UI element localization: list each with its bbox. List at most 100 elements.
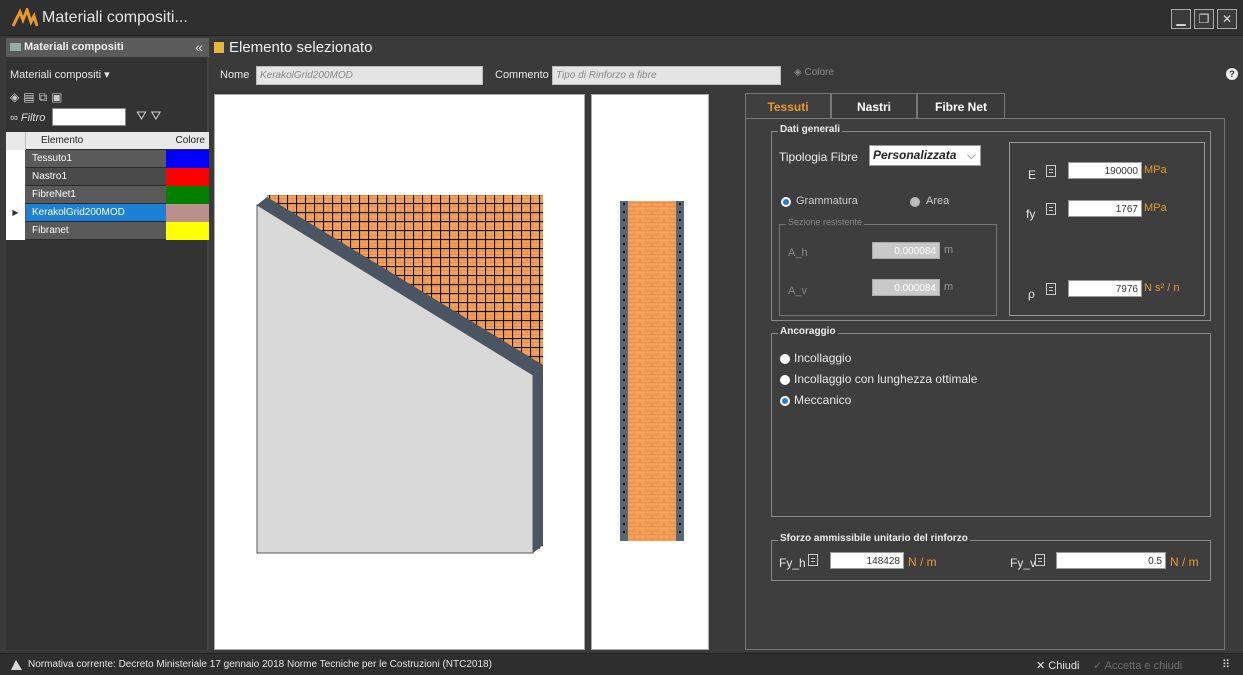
grammatura-radio[interactable] — [781, 197, 791, 207]
ancoraggio-title: Ancoraggio — [778, 326, 838, 337]
close-icon: ✕ — [1036, 660, 1046, 672]
area-radio[interactable] — [910, 197, 920, 207]
row-selector[interactable] — [6, 222, 26, 240]
rho-label: ρ — [1028, 287, 1035, 301]
paste-icon[interactable]: ▣ — [51, 90, 66, 104]
row-selector[interactable] — [6, 168, 26, 186]
tipologia-value: Personalizzata — [873, 148, 957, 162]
row-color-swatch[interactable] — [166, 150, 209, 168]
panel-header: Materiali compositi « — [6, 38, 209, 57]
column-header-elemento[interactable]: Elemento — [27, 132, 165, 150]
dati-generali-title: Dati generali — [778, 124, 843, 135]
close-button[interactable]: ✕ Chiudi — [1036, 659, 1079, 672]
restore-button[interactable]: ❐ — [1194, 9, 1214, 29]
help-icon[interactable]: ? — [1226, 68, 1238, 80]
filter-buttons: ⛛ ⛛ — [136, 108, 161, 124]
fy-h-label: Fy_h — [779, 556, 806, 570]
row-selector-icon[interactable]: ▶ — [6, 204, 26, 222]
meccanico-label: Meccanico — [794, 393, 852, 407]
materials-table: Elemento Colore Tessuto1 Nastro1 FibreNet1… — [6, 132, 209, 240]
section-drawing — [620, 201, 684, 541]
a-h-value[interactable]: 0.000084 — [872, 242, 940, 259]
ancoraggio-group: Ancoraggio Incollaggio Incollaggio con l… — [771, 326, 1211, 517]
calculator-icon[interactable] — [1046, 165, 1056, 177]
filter-input[interactable] — [52, 108, 126, 126]
tipologia-label: Tipologia Fibre — [779, 150, 858, 164]
table-row[interactable]: Nastro1 — [6, 168, 209, 186]
chevron-down-icon: ▾ — [104, 69, 110, 81]
fy-v-unit: N / m — [1170, 555, 1199, 569]
section-view — [591, 94, 709, 650]
fy-unit: MPa — [1144, 202, 1167, 214]
status-bar: Normativa corrente: Decreto Ministeriale… — [0, 653, 1243, 675]
window-title: Materiali compositi... — [42, 9, 188, 26]
row-color-swatch[interactable] — [166, 186, 209, 204]
row-name: Nastro1 — [32, 171, 68, 182]
table-row[interactable]: Tessuto1 — [6, 150, 209, 168]
calculator-icon[interactable] — [1046, 203, 1056, 215]
table-row[interactable]: Fibranet — [6, 222, 209, 240]
dati-generali-group: Dati generali Tipologia Fibre Personaliz… — [771, 124, 1211, 321]
wall-side — [533, 365, 543, 553]
tipologia-select[interactable]: Personalizzata ⌵ — [869, 145, 981, 166]
materials-menu[interactable]: Materiali compositi ▾ — [10, 68, 110, 81]
a-h-label: A_h — [788, 247, 808, 259]
calculator-icon[interactable] — [808, 554, 818, 566]
column-header-colore[interactable]: Colore — [166, 132, 209, 150]
color-button[interactable]: ◈ Colore — [794, 67, 834, 78]
collapse-panel-button[interactable]: « — [189, 38, 209, 57]
resize-grip-icon[interactable]: ⠿ — [1222, 658, 1230, 671]
materials-menu-label: Materiali compositi — [10, 69, 102, 81]
rho-value[interactable]: 7976 — [1068, 280, 1142, 297]
tab-fibre-net[interactable]: Fibre Net — [917, 93, 1005, 119]
row-name: FibreNet1 — [32, 189, 76, 200]
row-color-swatch[interactable] — [166, 204, 209, 222]
accept-close-button[interactable]: ✓ Accetta e chiudi — [1093, 659, 1182, 672]
material-properties-group: E 190000 MPa fy 1767 MPa ρ 7976 N s² / n — [1009, 142, 1205, 316]
incollaggio-ottimale-radio[interactable] — [780, 375, 790, 385]
row-name: KerakolGrid200MOD — [32, 207, 125, 218]
sezione-title: Sezione resistente — [786, 217, 865, 227]
name-field[interactable]: KerakolGrid200MOD — [256, 66, 483, 85]
fy-v-value[interactable]: 0.5 — [1056, 552, 1166, 569]
fy-h-value[interactable]: 148428 — [830, 552, 904, 569]
calculator-icon[interactable] — [1046, 283, 1056, 295]
tab-nastri[interactable]: Nastri — [831, 93, 917, 119]
sforzo-group: Sforzo ammissibile unitario del rinforzo… — [771, 533, 1211, 581]
regulation-icon — [11, 660, 22, 670]
element-icon — [214, 42, 224, 53]
comment-field[interactable]: Tipo di Rinforzo a fibre — [552, 66, 781, 85]
table-row[interactable]: FibreNet1 — [6, 186, 209, 204]
panel-title: Materiali compositi — [24, 41, 124, 53]
e-unit: MPa — [1144, 164, 1167, 176]
e-value[interactable]: 190000 — [1068, 162, 1142, 179]
row-selector[interactable] — [6, 150, 26, 168]
tab-tessuti[interactable]: Tessuti — [745, 93, 831, 119]
panel-header-icon — [10, 43, 21, 51]
filter-icon[interactable]: ⛛ — [136, 108, 147, 123]
grid-icon[interactable]: ▤ — [23, 90, 38, 104]
title-bar: Materiali compositi... ▁ ❐ ✕ — [0, 0, 1243, 36]
row-color-swatch[interactable] — [166, 168, 209, 186]
table-row[interactable]: ▶ KerakolGrid200MOD — [6, 204, 209, 222]
a-v-value[interactable]: 0.000084 — [872, 279, 940, 296]
calculator-icon[interactable] — [1035, 554, 1045, 566]
incollaggio-radio[interactable] — [780, 354, 790, 364]
clear-filter-icon[interactable]: ⛛ — [151, 108, 162, 123]
panel-toolbar: ◈▤⧉▣ — [10, 90, 67, 105]
minimize-button[interactable]: ▁ — [1171, 9, 1191, 29]
check-icon: ✓ — [1093, 660, 1103, 672]
copy-icon[interactable]: ⧉ — [39, 90, 52, 104]
meccanico-radio[interactable] — [780, 396, 790, 406]
chevron-down-icon: ⌵ — [966, 148, 976, 162]
rho-unit: N s² / n — [1144, 282, 1180, 294]
fy-h-unit: N / m — [908, 555, 937, 569]
section-brick-core — [628, 201, 676, 541]
grammatura-label: Grammatura — [796, 195, 858, 207]
close-window-button[interactable]: ✕ — [1217, 9, 1237, 29]
paint-bucket-icon[interactable]: ◈ — [10, 90, 23, 104]
a-v-label: A_v — [788, 285, 807, 297]
fy-value[interactable]: 1767 — [1068, 200, 1142, 217]
row-selector[interactable] — [6, 186, 26, 204]
row-color-swatch[interactable] — [166, 222, 209, 240]
